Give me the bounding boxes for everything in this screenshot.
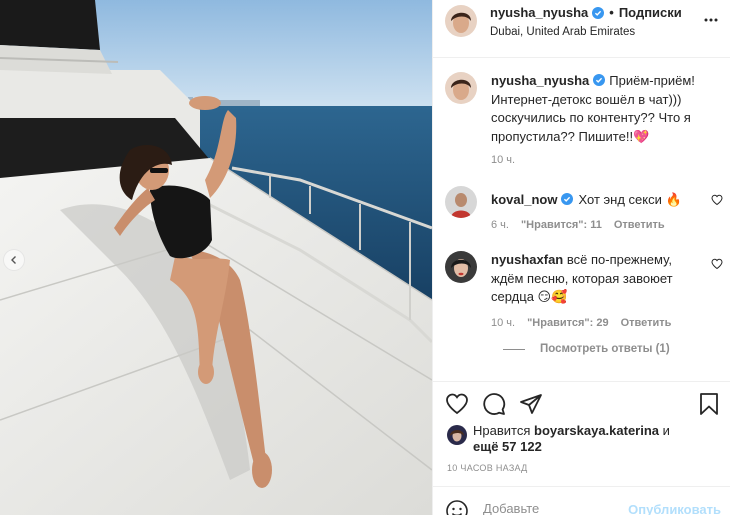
likes-text: Нравится boyarskaya.katerina и ещё 57 12… — [473, 423, 670, 455]
likes-count[interactable]: ещё 57 122 — [473, 439, 542, 454]
chevron-left-icon — [11, 256, 16, 264]
bookmark-icon[interactable] — [697, 392, 721, 416]
liker-avatar[interactable] — [447, 425, 467, 445]
avatar-image — [445, 72, 477, 104]
comment-meta: 10 ч. — [491, 154, 701, 166]
comment-text: nyushaxfan всё по-прежнему, ждём песню, … — [491, 251, 701, 307]
comment-text: nyusha_nyusha Приём-приём! Интернет-деток… — [491, 72, 701, 146]
comment-body: nyushaxfan всё по-прежнему, ждём песню, … — [491, 251, 701, 329]
view-replies-button[interactable]: Посмотреть ответы (1) — [503, 343, 670, 355]
likes-middle: и — [662, 423, 670, 438]
verified-badge-icon — [593, 74, 606, 86]
comment-body: koval_now Хот энд секси 🔥 6 ч. "Нравится"… — [491, 186, 701, 231]
avatar-image — [445, 251, 477, 283]
comment-time[interactable]: 6 ч. — [491, 219, 509, 231]
comment-likes[interactable]: "Нравится": 29 — [527, 317, 608, 329]
avatar-image — [445, 5, 477, 37]
comment-item: koval_now Хот энд секси 🔥 6 ч. "Нравится"… — [445, 186, 725, 231]
comment-likes[interactable]: "Нравится": 11 — [521, 219, 602, 231]
likes-prefix: Нравится — [473, 423, 531, 438]
separator-dot: • — [609, 5, 614, 20]
commenter-avatar[interactable] — [445, 186, 477, 218]
yacht-photo-illustration — [0, 0, 432, 515]
comments-list: nyusha_nyusha Приём-приём! Интернет-деток… — [433, 59, 730, 381]
post-location[interactable]: Dubai, United Arab Emirates — [490, 26, 682, 38]
post-actions-section: Нравится boyarskaya.katerina и ещё 57 12… — [433, 381, 730, 515]
smiley-icon[interactable] — [445, 499, 469, 515]
post-header: nyusha_nyusha • Подписки Dubai, United A… — [433, 0, 730, 58]
verified-badge-icon — [561, 193, 574, 205]
carousel-prev-button[interactable] — [3, 249, 25, 271]
post-timestamp[interactable]: 10 ЧАСОВ НАЗАД — [447, 463, 528, 473]
following-button[interactable]: Подписки — [619, 5, 682, 20]
comment-username[interactable]: nyushaxfan — [491, 252, 563, 267]
author-username[interactable]: nyusha_nyusha — [490, 5, 588, 20]
avatar-image — [447, 425, 467, 445]
publish-button[interactable]: Опубликовать — [628, 502, 721, 515]
more-options-icon[interactable] — [702, 6, 720, 24]
comment-text: koval_now Хот энд секси 🔥 — [491, 191, 701, 210]
avatar-image — [445, 186, 477, 218]
comment-content: Хот энд секси 🔥 — [578, 192, 682, 207]
comment-body: nyusha_nyusha Приём-приём! Интернет-деток… — [491, 72, 701, 166]
paper-plane-icon[interactable] — [519, 392, 543, 416]
author-row: nyusha_nyusha • Подписки — [490, 5, 682, 20]
replies-divider-line — [503, 348, 525, 350]
likes-summary: Нравится boyarskaya.katerina и ещё 57 12… — [447, 423, 670, 455]
post-photo[interactable] — [0, 0, 432, 515]
comment-meta: 6 ч. "Нравится": 11 Ответить — [491, 219, 701, 231]
author-avatar[interactable] — [445, 72, 477, 104]
liker-username[interactable]: boyarskaya.katerina — [534, 423, 659, 438]
comment-username[interactable]: koval_now — [491, 192, 557, 207]
author-avatar[interactable] — [445, 5, 477, 37]
comment-heart-icon[interactable] — [711, 194, 723, 206]
add-comment-bar: Опубликовать — [433, 486, 730, 515]
comment-time[interactable]: 10 ч. — [491, 317, 515, 329]
comment-time[interactable]: 10 ч. — [491, 154, 515, 166]
comment-item: nyushaxfan всё по-прежнему, ждём песню, … — [445, 251, 725, 329]
commenter-avatar[interactable] — [445, 251, 477, 283]
comment-icon[interactable] — [482, 392, 506, 416]
reply-button[interactable]: Ответить — [621, 317, 672, 329]
comment-username[interactable]: nyusha_nyusha — [491, 73, 589, 88]
comment-heart-icon[interactable] — [711, 258, 723, 270]
comment-meta: 10 ч. "Нравится": 29 Ответить — [491, 317, 701, 329]
heart-icon[interactable] — [445, 392, 469, 416]
post-side-panel: nyusha_nyusha • Подписки Dubai, United A… — [432, 0, 730, 515]
action-icons-row — [445, 392, 721, 416]
reply-button[interactable]: Ответить — [614, 219, 665, 231]
verified-badge-icon — [592, 6, 605, 19]
view-replies-label: Посмотреть ответы (1) — [540, 343, 670, 355]
caption-comment: nyusha_nyusha Приём-приём! Интернет-деток… — [445, 72, 725, 166]
header-text: nyusha_nyusha • Подписки Dubai, United A… — [490, 5, 682, 38]
